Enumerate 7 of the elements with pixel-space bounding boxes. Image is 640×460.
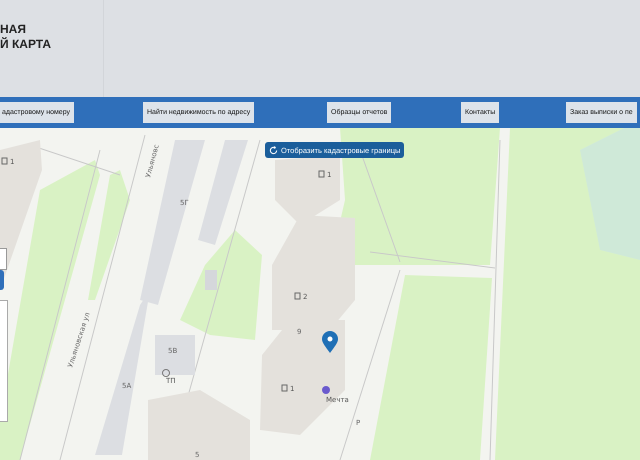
building [155,335,195,375]
site-title: Й КАРТА [0,37,52,52]
location-pin-icon [322,331,338,353]
site-title: НАЯ [0,22,27,37]
cinema-icon [322,386,330,394]
substation-icon [162,369,170,377]
refresh-icon [269,146,278,154]
